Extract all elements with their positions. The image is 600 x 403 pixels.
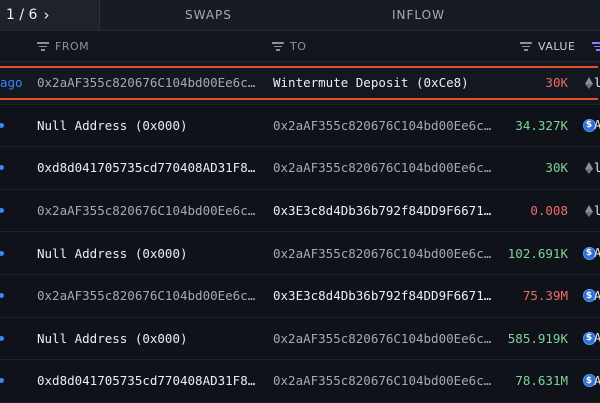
edge-cell: A <box>594 118 600 133</box>
table-row[interactable]: Null Address (0x000) 0x2aAF355c820676C10… <box>0 105 600 148</box>
edge-cell: l <box>594 160 600 175</box>
time-dot[interactable] <box>0 232 10 274</box>
page-indicator: 1 / 6 <box>6 7 38 23</box>
from-cell[interactable]: Null Address (0x000) <box>37 318 263 360</box>
to-cell[interactable]: 0x2aAF355c820676C104bd00Ee6c… <box>273 232 499 274</box>
edge-cell: A <box>594 288 600 303</box>
column-header-from[interactable]: FROM <box>37 31 89 61</box>
filter-icon[interactable] <box>520 41 532 51</box>
column-label-from: FROM <box>55 39 90 53</box>
from-cell[interactable]: 0x2aAF355c820676C104bd00Ee6c… <box>37 62 263 104</box>
edge-cell: A <box>594 373 600 388</box>
time-dot[interactable] <box>0 360 10 402</box>
time-dot[interactable] <box>0 147 10 189</box>
edge-cell: l <box>594 203 600 218</box>
next-page-icon[interactable]: › <box>43 6 49 24</box>
tab-inflow[interactable]: INFLOW <box>392 0 445 30</box>
table-row[interactable]: ago 0x2aAF355c820676C104bd00Ee6c… Winter… <box>0 62 600 105</box>
value-cell: 30K <box>545 75 568 91</box>
column-header-token[interactable] <box>592 31 600 61</box>
table-row[interactable]: Null Address (0x000) 0x2aAF355c820676C10… <box>0 232 600 275</box>
to-cell[interactable]: 0x2aAF355c820676C104bd00Ee6c… <box>273 360 499 402</box>
value-cell: 102.691K <box>507 245 568 261</box>
value-cell: 78.631M <box>515 373 568 389</box>
time-dot[interactable] <box>0 318 10 360</box>
from-cell[interactable]: 0x2aAF355c820676C104bd00Ee6c… <box>37 190 263 232</box>
edge-cell: l <box>594 75 600 90</box>
table-header: FROM TO VALUE <box>0 31 600 62</box>
from-cell[interactable]: 0xd8d041705735cd770408AD31F8… <box>37 360 263 402</box>
time-cell[interactable]: ago <box>0 62 30 104</box>
to-cell[interactable]: 0x3E3c8d4Db36b792f84DD9F6671… <box>273 190 499 232</box>
value-cell: 75.39M <box>522 288 568 304</box>
from-cell[interactable]: Null Address (0x000) <box>37 105 263 147</box>
filter-icon[interactable] <box>37 41 49 51</box>
eth-icon <box>585 76 593 89</box>
column-header-to[interactable]: TO <box>272 31 306 61</box>
top-tab-bar: 1 / 6 › SWAPS INFLOW <box>0 0 600 31</box>
to-cell[interactable]: Wintermute Deposit (0xCe8) <box>273 62 499 104</box>
value-cell: 0.008 <box>530 203 568 219</box>
to-cell[interactable]: 0x2aAF355c820676C104bd00Ee6c… <box>273 105 499 147</box>
pager: 1 / 6 › <box>0 0 100 30</box>
from-cell[interactable]: 0xd8d041705735cd770408AD31F8… <box>37 147 263 189</box>
table-row[interactable]: 0x2aAF355c820676C104bd00Ee6c… 0x3E3c8d4D… <box>0 275 600 318</box>
to-cell[interactable]: 0x3E3c8d4Db36b792f84DD9F6671… <box>273 275 499 317</box>
eth-icon <box>585 204 593 217</box>
to-cell[interactable]: 0x2aAF355c820676C104bd00Ee6c… <box>273 318 499 360</box>
table-row[interactable]: 0xd8d041705735cd770408AD31F8… 0x2aAF355c… <box>0 147 600 190</box>
time-dot[interactable] <box>0 275 10 317</box>
value-cell: 34.327K <box>515 117 568 133</box>
table-row[interactable]: 0x2aAF355c820676C104bd00Ee6c… 0x3E3c8d4D… <box>0 190 600 233</box>
table-row[interactable]: Null Address (0x000) 0x2aAF355c820676C10… <box>0 318 600 361</box>
from-cell[interactable]: Null Address (0x000) <box>37 232 263 274</box>
sort-icon[interactable] <box>592 41 600 51</box>
tab-swaps[interactable]: SWAPS <box>185 0 232 30</box>
from-cell[interactable]: 0x2aAF355c820676C104bd00Ee6c… <box>37 275 263 317</box>
filter-icon[interactable] <box>272 41 284 51</box>
value-cell: 585.919K <box>507 330 568 346</box>
transfers-table: ago 0x2aAF355c820676C104bd00Ee6c… Winter… <box>0 62 600 403</box>
eth-icon <box>585 161 593 174</box>
column-label-to: TO <box>290 39 307 53</box>
to-cell[interactable]: 0x2aAF355c820676C104bd00Ee6c… <box>273 147 499 189</box>
table-row[interactable]: 0xd8d041705735cd770408AD31F8… 0x2aAF355c… <box>0 360 600 403</box>
value-cell: 30K <box>545 160 568 176</box>
edge-cell: A <box>594 246 600 261</box>
column-header-value[interactable]: VALUE <box>520 31 575 61</box>
time-dot[interactable] <box>0 105 10 147</box>
time-dot[interactable] <box>0 190 10 232</box>
column-label-value: VALUE <box>538 39 576 53</box>
edge-cell: A <box>594 331 600 346</box>
